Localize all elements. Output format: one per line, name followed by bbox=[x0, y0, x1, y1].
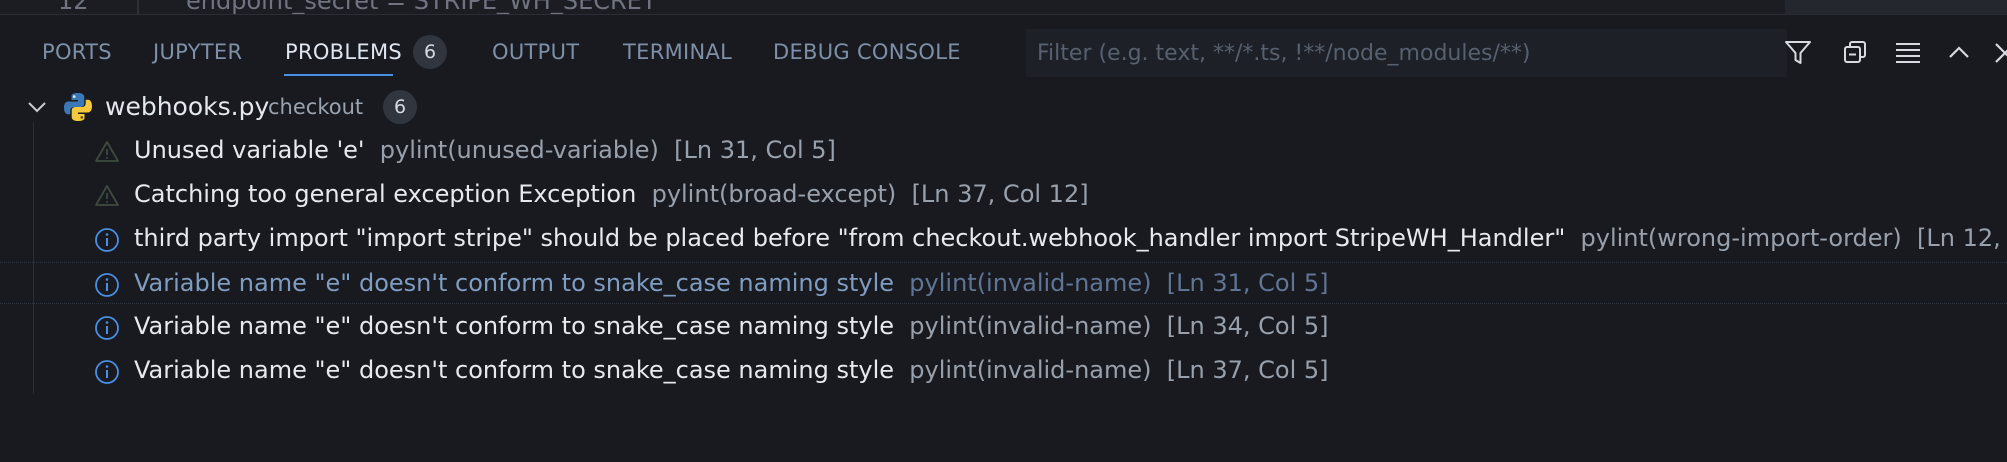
problem-source: pylint(unused-variable) bbox=[379, 136, 659, 164]
problem-location: [Ln 37, Col 5] bbox=[1166, 356, 1329, 384]
problem-text: Variable name "e" doesn't conform to sna… bbox=[134, 269, 1329, 297]
gutter-divider bbox=[137, 0, 139, 14]
panel-header: PORTS JUPYTER PROBLEMS 6 OUTPUT TERMINAL… bbox=[0, 14, 2007, 86]
file-problem-count-badge: 6 bbox=[383, 90, 417, 124]
code-line: endpoint_secret = STRIPE_WH_SECRET bbox=[186, 0, 657, 15]
editor-area-peek: 12 endpoint_secret = STRIPE_WH_SECRET bbox=[0, 0, 2007, 15]
problem-source: pylint(invalid-name) bbox=[909, 356, 1152, 384]
tab-terminal[interactable]: TERMINAL bbox=[623, 40, 732, 64]
problem-location: [Ln 31, Col 5] bbox=[1166, 269, 1329, 297]
problem-message: Unused variable 'e' bbox=[134, 136, 365, 164]
problem-message: Variable name "e" doesn't conform to sna… bbox=[134, 269, 895, 297]
problem-source: pylint(invalid-name) bbox=[909, 269, 1152, 297]
problem-source: pylint(broad-except) bbox=[651, 180, 897, 208]
problem-row-selected[interactable]: Variable name "e" doesn't conform to sna… bbox=[0, 262, 2007, 304]
problem-text: Variable name "e" doesn't conform to sna… bbox=[134, 312, 1329, 340]
filter-icon[interactable] bbox=[1780, 34, 1816, 70]
warning-icon bbox=[94, 139, 120, 165]
collapse-all-icon[interactable] bbox=[1837, 34, 1873, 70]
problems-filter-input[interactable] bbox=[1026, 29, 1787, 77]
tab-jupyter[interactable]: JUPYTER bbox=[153, 40, 242, 64]
python-file-icon bbox=[62, 91, 94, 127]
problem-location: [Ln 31, Col 5] bbox=[674, 136, 836, 164]
editor-scrollbar[interactable] bbox=[1785, 0, 2007, 14]
chevron-down-icon[interactable] bbox=[26, 96, 48, 122]
problems-count-badge: 6 bbox=[413, 35, 447, 69]
problem-row[interactable]: Variable name "e" doesn't conform to sna… bbox=[0, 306, 2007, 348]
problem-location: [Ln 37, Col 12] bbox=[911, 180, 1089, 208]
problem-text: Catching too general exception Exception… bbox=[134, 180, 1089, 208]
problem-row[interactable]: Catching too general exception Exception… bbox=[0, 174, 2007, 216]
maximize-panel-icon[interactable] bbox=[1941, 34, 1977, 70]
problem-message: Catching too general exception Exception bbox=[134, 180, 637, 208]
info-icon bbox=[94, 315, 120, 341]
info-icon bbox=[94, 227, 120, 253]
problem-message: Variable name "e" doesn't conform to sna… bbox=[134, 312, 895, 340]
file-name: webhooks.py bbox=[105, 92, 270, 121]
tab-debug-console[interactable]: DEBUG CONSOLE bbox=[773, 40, 961, 64]
problem-source: pylint(wrong-import-order) bbox=[1580, 224, 1902, 252]
line-number: 12 bbox=[58, 0, 89, 15]
problem-message: Variable name "e" doesn't conform to sna… bbox=[134, 356, 895, 384]
tab-ports[interactable]: PORTS bbox=[42, 40, 112, 64]
problem-source: pylint(invalid-name) bbox=[909, 312, 1152, 340]
active-tab-indicator bbox=[284, 74, 393, 76]
info-icon bbox=[94, 359, 120, 385]
info-icon bbox=[94, 272, 120, 298]
tab-output[interactable]: OUTPUT bbox=[492, 40, 579, 64]
problem-location: [Ln 12, Col 1] bbox=[1917, 224, 2007, 252]
problem-text: third party import "import stripe" shoul… bbox=[134, 224, 2007, 252]
file-folder: checkout bbox=[268, 95, 364, 119]
problem-message: third party import "import stripe" shoul… bbox=[134, 224, 1566, 252]
tab-problems[interactable]: PROBLEMS bbox=[285, 40, 402, 64]
close-panel-icon[interactable] bbox=[1985, 34, 2007, 70]
problem-row[interactable]: Variable name "e" doesn't conform to sna… bbox=[0, 350, 2007, 392]
problem-text: Unused variable 'e' pylint(unused-variab… bbox=[134, 136, 836, 164]
warning-icon bbox=[94, 183, 120, 209]
problem-row[interactable]: Unused variable 'e' pylint(unused-variab… bbox=[0, 130, 2007, 172]
problems-list: webhooks.py checkout 6 Unused variable '… bbox=[0, 86, 2007, 396]
problem-row[interactable]: third party import "import stripe" shoul… bbox=[0, 218, 2007, 260]
problems-file-group[interactable]: webhooks.py checkout 6 bbox=[0, 86, 2007, 128]
problem-text: Variable name "e" doesn't conform to sna… bbox=[134, 356, 1329, 384]
view-as-list-icon[interactable] bbox=[1890, 34, 1926, 70]
problem-location: [Ln 34, Col 5] bbox=[1166, 312, 1329, 340]
